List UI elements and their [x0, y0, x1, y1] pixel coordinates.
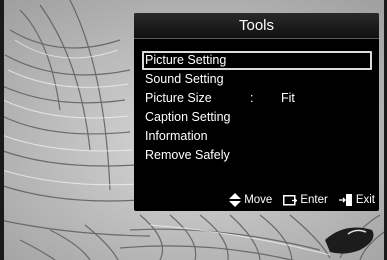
- move-hint: Move: [229, 193, 272, 207]
- exit-label: Exit: [355, 194, 375, 206]
- menu-item-label: Picture Size: [145, 91, 212, 105]
- menu-item-label: Sound Setting: [145, 72, 224, 86]
- exit-hint: Exit: [338, 194, 375, 206]
- tools-menu: Tools Picture Setting Sound Setting Pict…: [134, 13, 379, 211]
- enter-icon: [283, 194, 298, 206]
- menu-item-picture-size[interactable]: Picture Size : Fit: [142, 89, 372, 108]
- enter-label: Enter: [300, 194, 328, 206]
- menu-item-separator: :: [250, 91, 254, 105]
- enter-hint: Enter: [283, 194, 328, 206]
- menu-item-label: Picture Setting: [145, 53, 227, 67]
- menu-item-sound-setting[interactable]: Sound Setting: [142, 70, 372, 89]
- menu-item-label: Information: [145, 129, 208, 143]
- menu-item-value: Fit: [281, 91, 295, 105]
- menu-item-caption-setting[interactable]: Caption Setting: [142, 108, 372, 127]
- menu-item-remove-safely[interactable]: Remove Safely: [142, 146, 372, 165]
- menu-item-label: Caption Setting: [145, 110, 231, 124]
- menu-item-information[interactable]: Information: [142, 127, 372, 146]
- exit-door-icon: [338, 194, 353, 206]
- left-bezel: [0, 0, 4, 260]
- menu-item-label: Remove Safely: [145, 148, 230, 162]
- move-label: Move: [244, 194, 273, 206]
- menu-footer: Move Enter Exit: [134, 189, 379, 211]
- up-down-arrow-icon: [229, 193, 242, 207]
- menu-item-picture-setting[interactable]: Picture Setting: [142, 51, 372, 70]
- menu-list: Picture Setting Sound Setting Picture Si…: [142, 51, 372, 165]
- menu-title: Tools: [134, 13, 379, 39]
